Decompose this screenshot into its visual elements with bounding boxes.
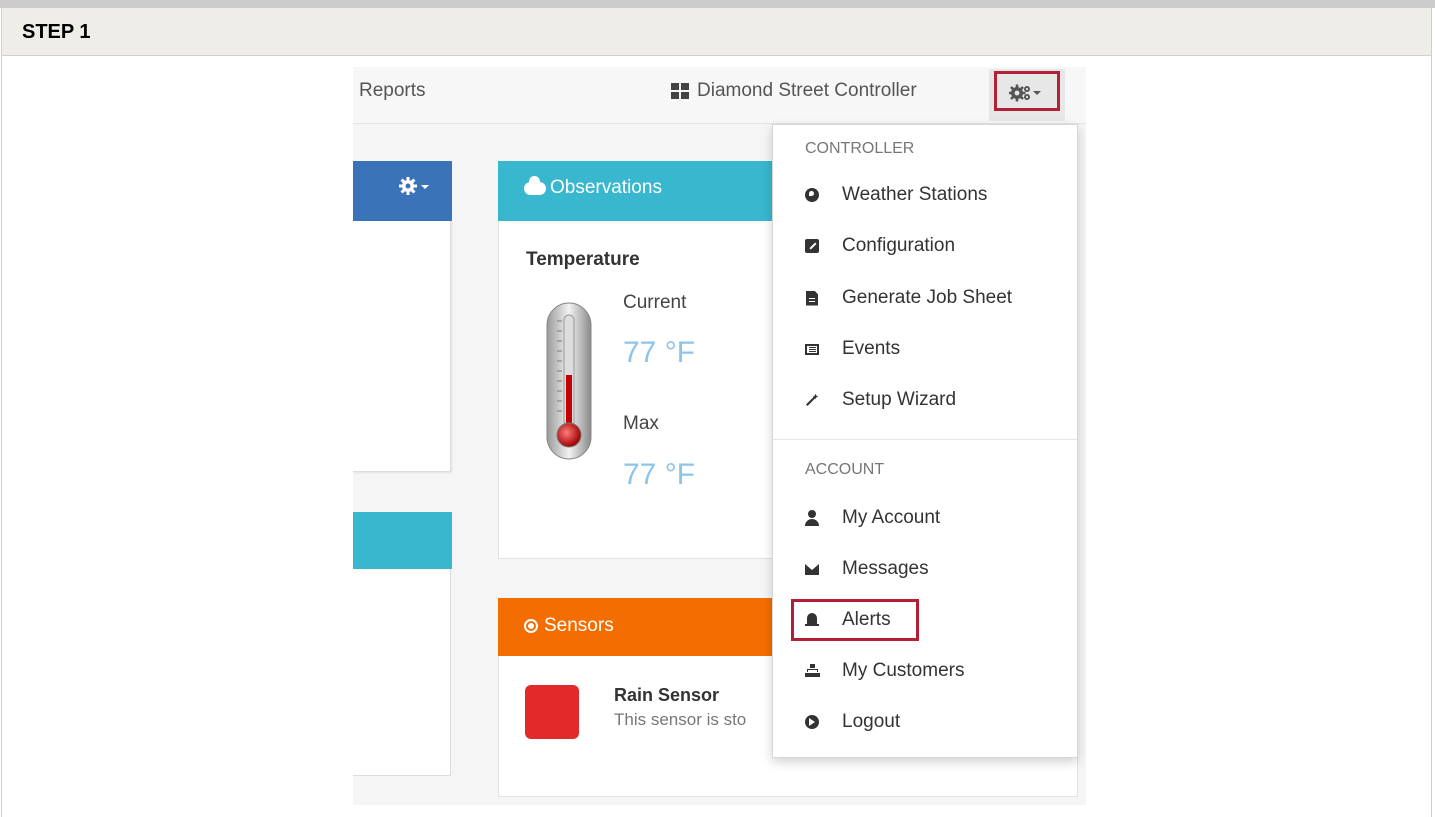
menu-item-label: Logout [842, 711, 901, 732]
menu-item-label: My Account [842, 507, 941, 528]
current-temp-label: Current [623, 292, 687, 313]
menu-item-label: Generate Job Sheet [842, 287, 1013, 308]
sensors-title-text: Sensors [544, 615, 614, 636]
top-border [0, 0, 1435, 8]
frame-left-border [1, 56, 2, 817]
screenshot-region: Reports Diamond Street Controller Observ… [353, 67, 1086, 805]
menu-section-controller: CONTROLLER [805, 140, 915, 157]
target-icon [524, 619, 538, 633]
menu-item-configuration[interactable]: Configuration [805, 230, 955, 262]
menu-item-logout[interactable]: Logout [805, 706, 900, 738]
list-icon [805, 341, 819, 357]
globe-icon [805, 187, 819, 203]
user-icon [805, 510, 819, 526]
step-header: STEP 1 [1, 8, 1432, 56]
edit-icon [805, 238, 819, 254]
menu-item-my-customers[interactable]: My Customers [805, 655, 964, 687]
menu-item-label: Weather Stations [842, 184, 988, 205]
sensor-description: This sensor is sto [614, 710, 747, 729]
max-temp-label: Max [623, 413, 659, 434]
navbar: Reports Diamond Street Controller [353, 67, 1086, 124]
temperature-label: Temperature [526, 249, 640, 270]
menu-divider [773, 439, 1077, 440]
menu-item-label: My Customers [842, 660, 965, 681]
observations-title-text: Observations [550, 177, 662, 198]
panel-settings-icon[interactable] [398, 175, 430, 203]
envelope-icon [805, 561, 819, 577]
menu-item-my-account[interactable]: My Account [805, 502, 940, 534]
left-panel-header-2 [353, 512, 452, 569]
sensor-status-indicator [525, 685, 579, 739]
nav-controller-link[interactable]: Diamond Street Controller [671, 80, 917, 102]
magic-wand-icon [805, 392, 819, 408]
cloud-icon [524, 175, 546, 195]
thermometer-icon [543, 301, 595, 461]
current-temp-value: 77 °F [623, 336, 696, 369]
max-temp-value: 77 °F [623, 458, 696, 491]
menu-item-label: Events [842, 338, 901, 359]
observations-title: Observations [524, 175, 662, 199]
logout-icon [805, 714, 819, 730]
step-title: STEP 1 [22, 21, 91, 43]
left-panel-header [353, 161, 452, 221]
settings-button-highlight [994, 71, 1060, 111]
menu-item-label: Messages [842, 558, 929, 579]
settings-dropdown-menu: CONTROLLER Weather Stations Configuratio… [772, 124, 1078, 758]
file-icon [805, 290, 819, 306]
menu-item-messages[interactable]: Messages [805, 553, 929, 585]
alerts-highlight [791, 599, 919, 641]
menu-item-label: Configuration [842, 235, 956, 256]
nav-reports-link[interactable]: Reports [359, 80, 426, 102]
menu-section-account: ACCOUNT [805, 461, 885, 478]
menu-item-events[interactable]: Events [805, 333, 900, 365]
dashboard-icon [671, 83, 689, 99]
menu-item-generate-job-sheet[interactable]: Generate Job Sheet [805, 282, 1012, 314]
sitemap-icon [805, 663, 819, 679]
menu-item-weather-stations[interactable]: Weather Stations [805, 179, 987, 211]
frame-right-border [1431, 56, 1432, 817]
left-panel-body [353, 221, 451, 472]
sensors-title: Sensors [524, 615, 614, 637]
left-panel-body-2 [353, 569, 451, 776]
menu-item-label: Setup Wizard [842, 389, 957, 410]
sensor-name: Rain Sensor [614, 685, 720, 705]
controller-name: Diamond Street Controller [697, 80, 917, 101]
menu-item-setup-wizard[interactable]: Setup Wizard [805, 384, 956, 416]
